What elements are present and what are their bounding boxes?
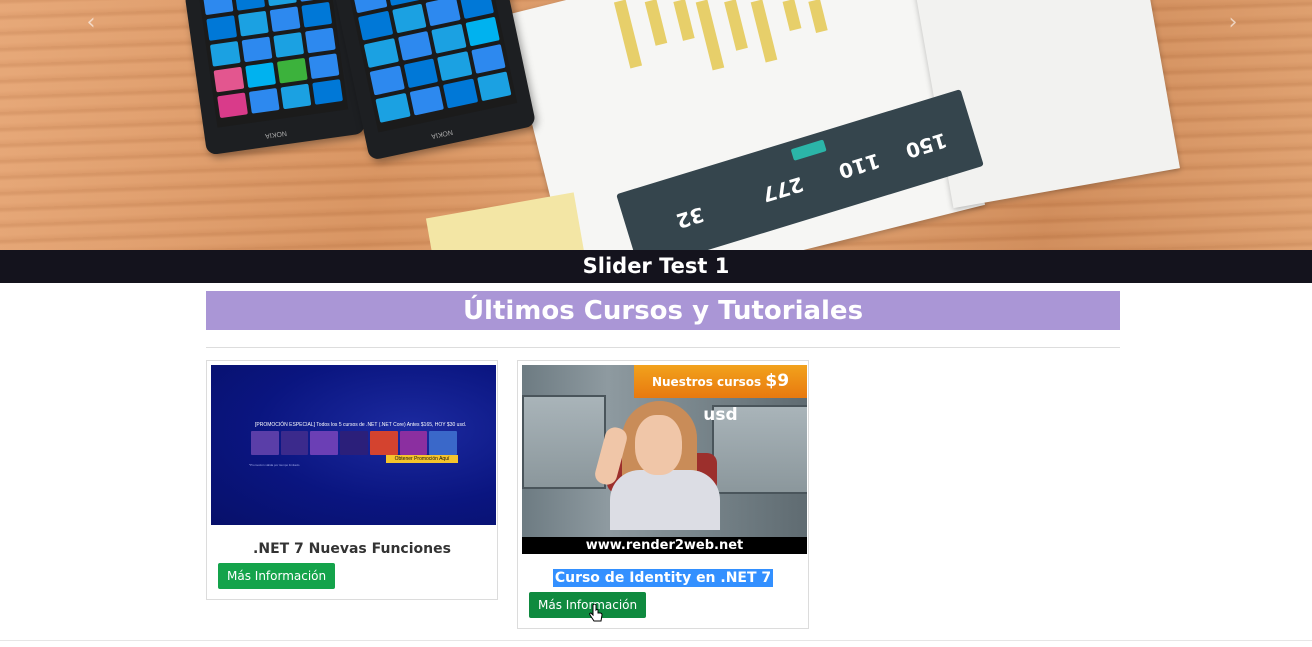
dash-pill bbox=[790, 139, 827, 161]
dash-number: 110 bbox=[835, 148, 883, 184]
site-url: www.render2web.net bbox=[522, 537, 807, 554]
promo-headline: [PROMOCIÓN ESPECIAL] Todos los 5 cursos … bbox=[255, 422, 467, 428]
promo-photo: Nuestros cursos $9 usd www.render2web.ne… bbox=[522, 365, 807, 554]
dash-number: 32 bbox=[673, 202, 707, 234]
course-thumbnail[interactable]: [PROMOCIÓN ESPECIAL] Todos los 5 cursos … bbox=[211, 365, 496, 525]
phone-brand: NOKIA bbox=[264, 129, 288, 140]
more-info-button[interactable]: Más Información bbox=[218, 563, 336, 589]
promo-cta: Obtener Promoción Aquí bbox=[386, 455, 458, 463]
slider-caption: Slider Test 1 bbox=[0, 250, 1312, 283]
section-title: Últimos Cursos y Tutoriales bbox=[206, 291, 1120, 330]
course-card: [PROMOCIÓN ESPECIAL] Todos los 5 cursos … bbox=[206, 360, 498, 600]
dash-number: 277 bbox=[759, 171, 807, 207]
promo-banner: [PROMOCIÓN ESPECIAL] Todos los 5 cursos … bbox=[211, 365, 496, 525]
section-divider bbox=[206, 347, 1120, 348]
promo-fineprint: *Promoción válida por tiempo limitado bbox=[249, 463, 300, 467]
course-card: Nuestros cursos $9 usd www.render2web.ne… bbox=[517, 360, 809, 629]
course-thumbnail[interactable]: Nuestros cursos $9 usd www.render2web.ne… bbox=[522, 365, 807, 554]
footer-divider bbox=[0, 640, 1312, 641]
more-info-button[interactable]: Más Información bbox=[529, 592, 647, 618]
hero-slider: 150 110 277 32 NOKIA NOKIA ‹ › bbox=[0, 0, 1312, 250]
course-title[interactable]: Curso de Identity en .NET 7 bbox=[518, 569, 808, 587]
price-banner: Nuestros cursos $9 usd bbox=[634, 365, 807, 425]
hand-cursor-icon bbox=[589, 604, 603, 622]
slider-next-button[interactable]: › bbox=[1222, 10, 1244, 36]
phone-brand: NOKIA bbox=[430, 128, 454, 140]
dash-number: 150 bbox=[902, 127, 950, 164]
person-photo bbox=[635, 415, 682, 475]
course-covers-strip bbox=[251, 431, 458, 455]
slider-prev-button[interactable]: ‹ bbox=[80, 10, 102, 36]
course-title[interactable]: .NET 7 Nuevas Funciones bbox=[207, 541, 497, 557]
phone-left: NOKIA bbox=[184, 0, 366, 156]
